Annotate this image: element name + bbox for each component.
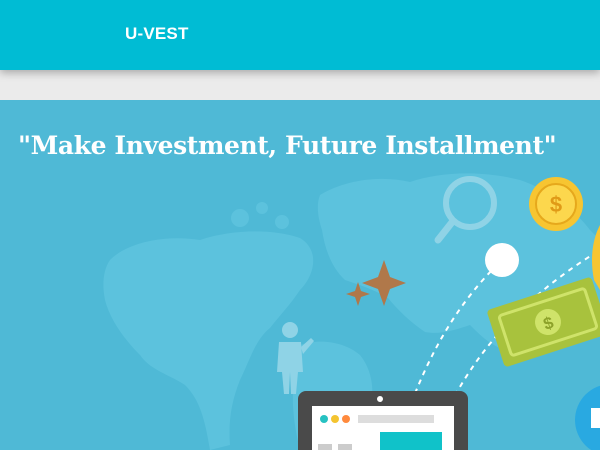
coin-icon: $ [529, 177, 583, 231]
laptop-icon [298, 391, 468, 450]
brand-logo-link[interactable]: U-VEST [125, 24, 189, 44]
top-navbar: U-VEST [0, 0, 600, 70]
coin-symbol: $ [550, 192, 562, 217]
navbar-spacer [0, 70, 600, 100]
hero-tagline: "Make Investment, Future Installment" [18, 131, 557, 160]
info-badge-icon [575, 385, 600, 450]
path-node-dot [485, 243, 519, 277]
hero-banner: $ $ "Make Investment, Future Installment… [0, 100, 600, 450]
